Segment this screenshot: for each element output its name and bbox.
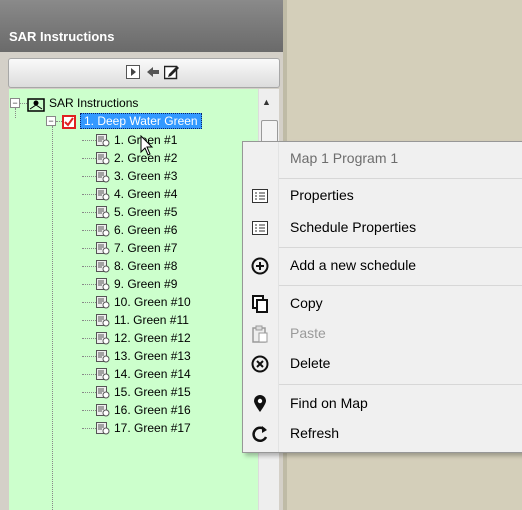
schedule-icon bbox=[96, 151, 110, 165]
delete-circle-icon bbox=[250, 354, 270, 374]
menu-item-refresh[interactable]: Refresh bbox=[243, 420, 522, 448]
instructions-panel: SAR Instructions − SAR Instructions − 1.… bbox=[0, 0, 283, 510]
edit-icon[interactable] bbox=[164, 64, 180, 80]
menu-item-copy[interactable]: Copy bbox=[243, 290, 522, 318]
schedule-icon bbox=[96, 295, 110, 309]
menu-item-find-on-map[interactable]: Find on Map bbox=[243, 390, 522, 418]
add-circle-icon bbox=[250, 256, 270, 276]
sar-network-icon bbox=[27, 97, 45, 112]
list-item[interactable]: 6. Green #6 bbox=[96, 222, 177, 238]
schedule-icon bbox=[96, 349, 110, 363]
schedule-icon bbox=[96, 205, 110, 219]
list-item[interactable]: 10. Green #10 bbox=[96, 294, 191, 310]
list-item[interactable]: 15. Green #15 bbox=[96, 384, 191, 400]
mouse-cursor-icon bbox=[140, 135, 154, 156]
map-pin-icon bbox=[250, 394, 270, 414]
list-item[interactable]: 13. Green #13 bbox=[96, 348, 191, 364]
menu-item-add-schedule[interactable]: Add a new schedule bbox=[243, 252, 522, 280]
schedule-icon bbox=[96, 133, 110, 147]
arrow-left-icon[interactable] bbox=[146, 64, 160, 80]
schedule-icon bbox=[96, 421, 110, 435]
list-item[interactable]: 17. Green #17 bbox=[96, 420, 191, 436]
properties-icon bbox=[250, 186, 270, 206]
list-item[interactable]: 12. Green #12 bbox=[96, 330, 191, 346]
program-collapse-toggle[interactable]: − bbox=[46, 116, 56, 126]
checkbox-checked-icon[interactable] bbox=[62, 114, 76, 129]
schedule-icon bbox=[96, 259, 110, 273]
schedule-icon bbox=[96, 385, 110, 399]
menu-item-properties[interactable]: Properties bbox=[243, 182, 522, 210]
schedule-icon bbox=[96, 367, 110, 381]
tree-program[interactable]: 1. Deep Water Green bbox=[62, 113, 202, 129]
tree-root[interactable]: SAR Instructions bbox=[27, 95, 139, 112]
scroll-up-icon[interactable]: ▲ bbox=[262, 97, 271, 107]
root-collapse-toggle[interactable]: − bbox=[10, 98, 20, 108]
list-item[interactable]: 2. Green #2 bbox=[96, 150, 177, 166]
list-item[interactable]: 7. Green #7 bbox=[96, 240, 177, 256]
refresh-icon bbox=[250, 424, 270, 444]
schedule-icon bbox=[96, 277, 110, 291]
list-item[interactable]: 1. Green #1 bbox=[96, 132, 177, 148]
root-label: SAR Instructions bbox=[49, 96, 139, 110]
context-menu-header: Map 1 Program 1 bbox=[290, 150, 399, 166]
panel-toolbar bbox=[8, 58, 280, 88]
menu-item-delete[interactable]: Delete bbox=[243, 350, 522, 378]
schedule-icon bbox=[96, 169, 110, 183]
context-menu: Map 1 Program 1 Properties Schedule Prop… bbox=[242, 141, 522, 453]
panel-header: SAR Instructions bbox=[0, 0, 283, 52]
schedule-icon bbox=[96, 223, 110, 237]
paste-icon bbox=[250, 324, 270, 344]
instructions-tree[interactable]: − SAR Instructions − 1. Deep Water Green… bbox=[9, 89, 258, 510]
play-icon[interactable] bbox=[126, 64, 140, 80]
schedule-icon bbox=[96, 241, 110, 255]
schedule-icon bbox=[96, 313, 110, 327]
list-item[interactable]: 5. Green #5 bbox=[96, 204, 177, 220]
schedule-properties-icon bbox=[250, 218, 270, 238]
menu-item-schedule-properties[interactable]: Schedule Properties bbox=[243, 214, 522, 242]
schedule-icon bbox=[96, 187, 110, 201]
list-item[interactable]: 11. Green #11 bbox=[96, 312, 189, 328]
schedule-icon bbox=[96, 403, 110, 417]
list-item[interactable]: 14. Green #14 bbox=[96, 366, 191, 382]
list-item[interactable]: 9. Green #9 bbox=[96, 276, 177, 292]
program-label: 1. Deep Water Green bbox=[80, 113, 202, 129]
list-item[interactable]: 8. Green #8 bbox=[96, 258, 177, 274]
copy-icon bbox=[250, 294, 270, 314]
list-item[interactable]: 16. Green #16 bbox=[96, 402, 191, 418]
list-item[interactable]: 3. Green #3 bbox=[96, 168, 177, 184]
panel-title: SAR Instructions bbox=[9, 29, 115, 44]
schedule-icon bbox=[96, 331, 110, 345]
list-item[interactable]: 4. Green #4 bbox=[96, 186, 177, 202]
menu-item-paste[interactable]: Paste bbox=[243, 320, 522, 348]
